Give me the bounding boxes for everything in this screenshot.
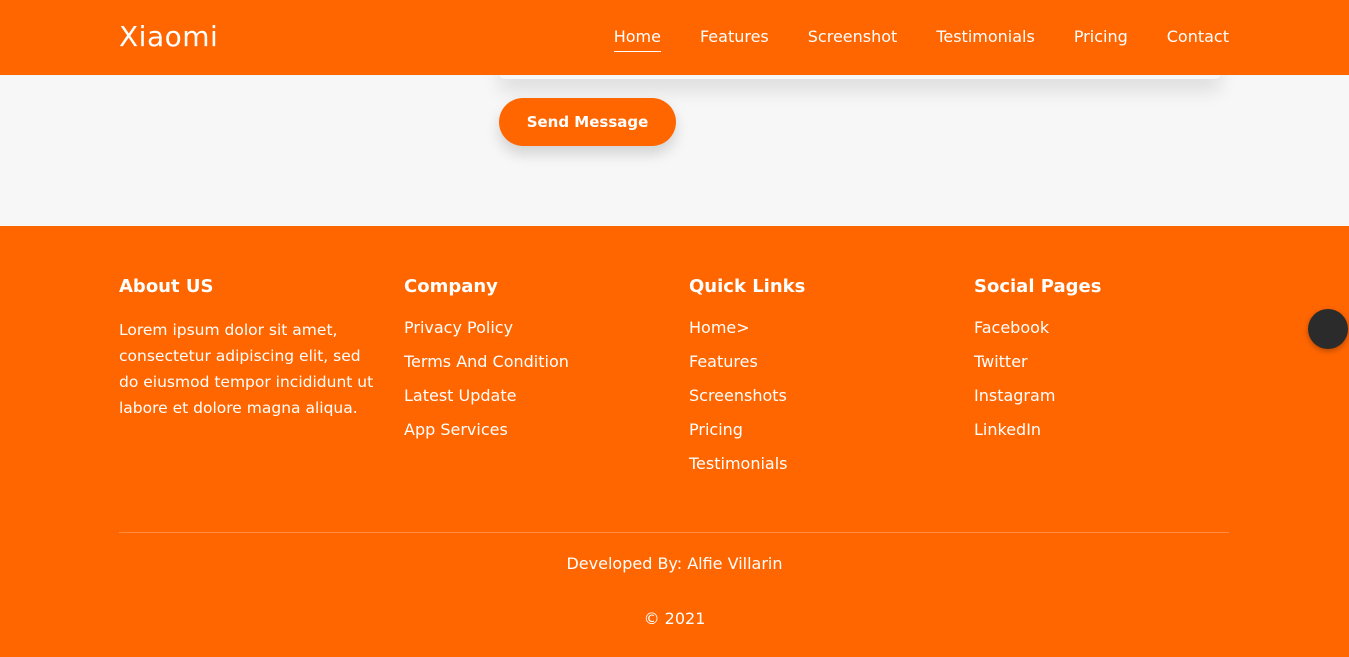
send-message-button[interactable]: Send Message xyxy=(499,98,676,146)
footer-credit: Developed By: Alfie Villarin xyxy=(566,554,783,573)
footer-social-title: Social Pages xyxy=(974,276,1102,297)
footer-link-features[interactable]: Features xyxy=(689,351,949,385)
nav-link-pricing[interactable]: Pricing xyxy=(1074,27,1128,52)
footer-company-title: Company xyxy=(404,276,498,297)
footer-link-instagram[interactable]: Instagram xyxy=(974,385,1234,419)
scroll-to-top-button[interactable] xyxy=(1308,309,1348,349)
footer-about-column: About US Lorem ipsum dolor sit amet, con… xyxy=(119,276,379,421)
footer-company-column: Company Privacy Policy Terms And Conditi… xyxy=(404,276,664,453)
footer-quick-links-title: Quick Links xyxy=(689,276,806,297)
footer-social-column: Social Pages Facebook Twitter Instagram … xyxy=(974,276,1234,453)
footer-link-latest-update[interactable]: Latest Update xyxy=(404,385,664,419)
footer-link-screenshots[interactable]: Screenshots xyxy=(689,385,949,419)
footer-about-text: Lorem ipsum dolor sit amet, consectetur … xyxy=(119,321,374,417)
footer-link-privacy-policy[interactable]: Privacy Policy xyxy=(404,317,664,351)
navbar: Xiaomi Home Features Screenshot Testimon… xyxy=(0,0,1349,75)
footer-link-twitter[interactable]: Twitter xyxy=(974,351,1234,385)
nav-link-contact[interactable]: Contact xyxy=(1167,27,1229,52)
footer-about-title: About US xyxy=(119,276,214,297)
footer-divider xyxy=(119,532,1229,533)
footer-link-app-services[interactable]: App Services xyxy=(404,419,664,453)
nav-link-testimonials[interactable]: Testimonials xyxy=(936,27,1035,52)
footer-link-terms[interactable]: Terms And Condition xyxy=(404,351,664,385)
nav-link-home[interactable]: Home xyxy=(613,27,662,52)
footer-link-facebook[interactable]: Facebook xyxy=(974,317,1234,351)
nav-link-features[interactable]: Features xyxy=(700,27,769,52)
footer-quick-links-column: Quick Links Home> Features Screenshots P… xyxy=(689,276,949,487)
footer: About US Lorem ipsum dolor sit amet, con… xyxy=(0,226,1349,657)
brand-logo[interactable]: Xiaomi xyxy=(119,20,218,53)
contact-section xyxy=(0,75,1349,226)
nav-link-screenshot[interactable]: Screenshot xyxy=(808,27,898,52)
nav-links: Home Features Screenshot Testimonials Pr… xyxy=(575,27,1229,52)
footer-link-home[interactable]: Home> xyxy=(689,317,949,351)
footer-link-pricing[interactable]: Pricing xyxy=(689,419,949,453)
footer-link-testimonials[interactable]: Testimonials xyxy=(689,453,949,487)
footer-copyright: © 2021 xyxy=(643,609,706,628)
footer-link-linkedin[interactable]: LinkedIn xyxy=(974,419,1234,453)
